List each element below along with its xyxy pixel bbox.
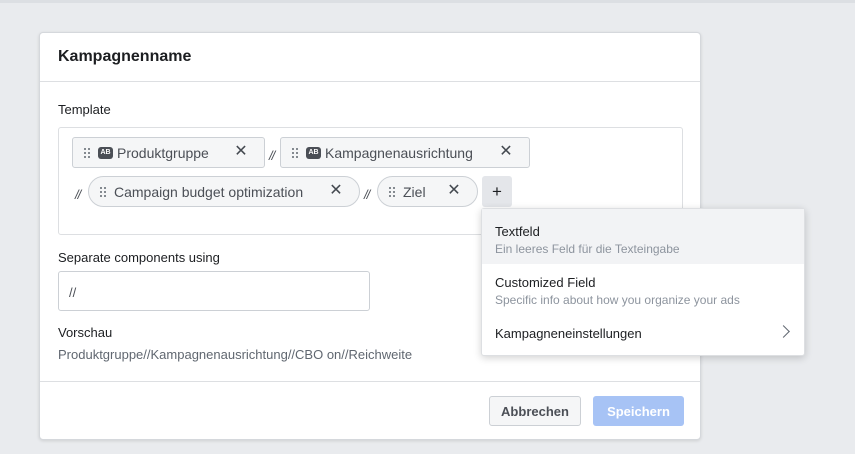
preview-label: Vorschau (58, 325, 113, 340)
chip-label: Ziel (403, 183, 426, 200)
menu-item-customized-field[interactable]: Customized Field Specific info about how… (482, 264, 804, 314)
add-component-button[interactable]: + (482, 176, 512, 207)
text-type-icon: AB (98, 146, 113, 159)
close-icon[interactable]: ✕ (499, 144, 513, 160)
cancel-button[interactable]: Abbrechen (489, 396, 581, 426)
menu-item-title: Customized Field (495, 275, 596, 290)
text-type-icon: AB (306, 146, 321, 159)
separator-text: // (364, 187, 370, 202)
drag-handle-icon[interactable] (84, 147, 90, 158)
menu-item-description: Specific info about how you organize you… (495, 293, 740, 307)
menu-item-kampagneneinstellungen[interactable]: Kampagneneinstellungen (482, 314, 804, 356)
drag-handle-icon[interactable] (100, 186, 106, 197)
preview-value: Produktgruppe//Kampagnenausrichtung//CBO… (58, 347, 413, 362)
top-divider (0, 0, 855, 3)
separator-text: // (269, 148, 275, 163)
save-button[interactable]: Speichern (593, 396, 684, 426)
template-chip-produktgruppe[interactable]: AB Produktgruppe ✕ (72, 137, 265, 168)
close-icon[interactable]: ✕ (447, 183, 461, 199)
chip-label: Campaign budget optimization (114, 183, 304, 200)
chip-label: Produktgruppe (117, 144, 209, 161)
drag-handle-icon[interactable] (292, 147, 298, 158)
close-icon[interactable]: ✕ (329, 183, 343, 199)
separator-text: // (75, 187, 81, 202)
template-chip-kampagnenausrichtung[interactable]: AB Kampagnenausrichtung ✕ (280, 137, 530, 168)
add-component-menu: Textfeld Ein leeres Feld für die Textein… (481, 208, 805, 356)
dialog-title: Kampagnenname (58, 48, 192, 65)
separator-label: Separate components using (58, 250, 220, 265)
close-icon[interactable]: ✕ (234, 144, 248, 160)
template-label: Template (58, 102, 111, 117)
footer-divider (40, 381, 700, 382)
template-chip-ziel[interactable]: Ziel ✕ (377, 176, 478, 207)
drag-handle-icon[interactable] (389, 186, 395, 197)
template-chip-campaign-budget-optimization[interactable]: Campaign budget optimization ✕ (88, 176, 360, 207)
chip-label: Kampagnenausrichtung (325, 144, 473, 161)
menu-item-title: Kampagneneinstellungen (495, 326, 642, 341)
separator-input[interactable]: // (58, 271, 370, 311)
menu-item-title: Textfeld (495, 224, 540, 239)
dialog-header: Kampagnenname (40, 33, 700, 82)
menu-item-textfeld[interactable]: Textfeld Ein leeres Feld für die Textein… (482, 209, 804, 264)
menu-item-description: Ein leeres Feld für die Texteingabe (495, 242, 680, 256)
